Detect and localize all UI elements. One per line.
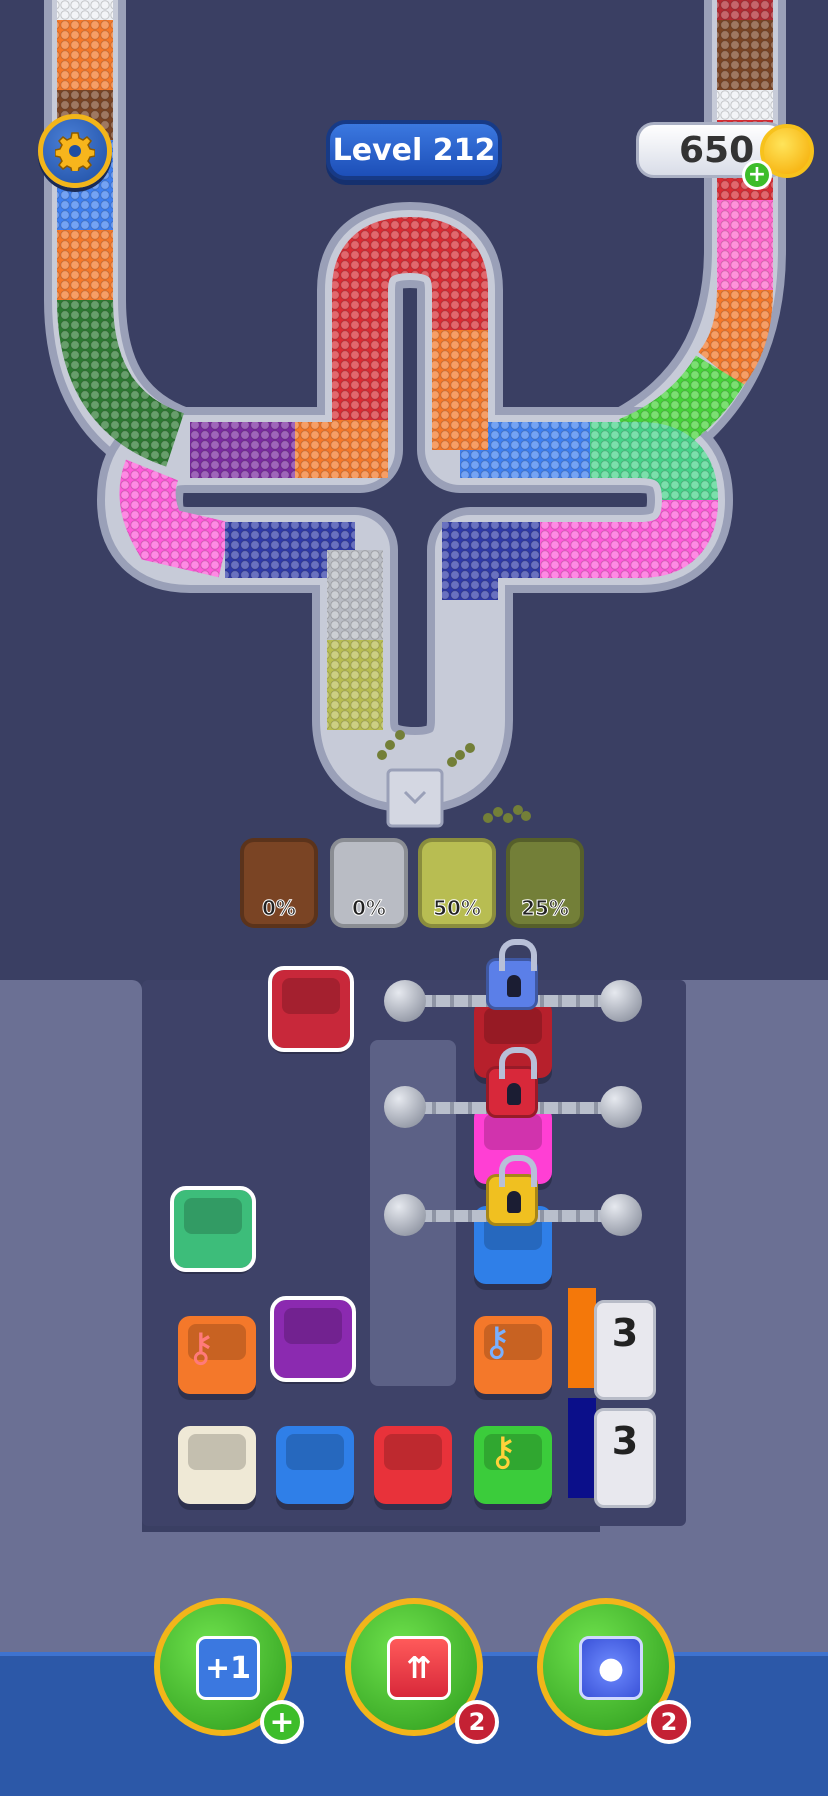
orange-counter-bar xyxy=(568,1288,596,1388)
red-box-selected[interactable] xyxy=(268,966,354,1052)
ball-box-icon: ● xyxy=(579,1636,643,1700)
shuffle-balls-booster-button[interactable]: ● 2 xyxy=(537,1598,691,1744)
chain-anchor xyxy=(384,980,426,1022)
chain-anchor xyxy=(600,1194,642,1236)
counter-value: 3 xyxy=(611,1311,639,1355)
booster-badge-text: 2 xyxy=(468,1708,486,1736)
level-indicator: Level 212 xyxy=(326,120,502,180)
red-lock-icon xyxy=(486,1047,538,1118)
collector-box: 50% xyxy=(418,838,496,928)
key-icon: ⚷ xyxy=(482,1319,512,1365)
chain-anchor xyxy=(600,1086,642,1128)
booster-badge-text: + xyxy=(269,1704,295,1740)
navy-counter-bar xyxy=(568,1398,596,1498)
chain-anchor xyxy=(384,1194,426,1236)
red-box[interactable] xyxy=(374,1426,452,1504)
orange-key-box[interactable]: ⚷ xyxy=(178,1316,256,1394)
booster-badge: 2 xyxy=(455,1700,499,1744)
booster-badge: 2 xyxy=(647,1700,691,1744)
lift-box-icon: ⇈ xyxy=(387,1636,451,1700)
cream-box[interactable] xyxy=(178,1426,256,1504)
orange-key-box-right[interactable]: ⚷ xyxy=(474,1316,552,1394)
key-icon: ⚷ xyxy=(488,1429,518,1475)
chain-anchor xyxy=(384,1086,426,1128)
add-coins-button[interactable]: + xyxy=(742,160,772,190)
add-slot-booster-button[interactable]: +1 + xyxy=(154,1598,304,1744)
green-key-box[interactable]: ⚷ xyxy=(474,1426,552,1504)
plus-one-label: +1 xyxy=(204,1650,251,1686)
chain-anchor xyxy=(600,980,642,1022)
bead-texture xyxy=(697,289,773,388)
navy-counter: 3 xyxy=(594,1408,656,1508)
coin-count: 650 xyxy=(679,129,755,171)
green-box-selected[interactable] xyxy=(170,1186,256,1272)
plus-one-icon: +1 xyxy=(196,1636,260,1700)
yellow-lock-icon xyxy=(486,1155,538,1226)
collector-box: 0% xyxy=(330,838,408,928)
booster-badge: + xyxy=(260,1700,304,1744)
key-icon: ⚷ xyxy=(186,1325,216,1371)
collector-percent: 25% xyxy=(521,896,570,921)
collector-box: 0% xyxy=(240,838,318,928)
collector-box: 25% xyxy=(506,838,584,928)
blue-box[interactable] xyxy=(276,1426,354,1504)
collector-percent: 0% xyxy=(352,896,387,921)
bead-texture xyxy=(295,420,388,478)
purple-box-selected[interactable] xyxy=(270,1296,356,1382)
lift-box-booster-button[interactable]: ⇈ 2 xyxy=(345,1598,499,1744)
settings-button[interactable] xyxy=(38,114,112,188)
gear-icon xyxy=(55,132,95,171)
counter-value: 3 xyxy=(611,1419,639,1463)
blue-lock-icon xyxy=(486,939,538,1010)
booster-badge-text: 2 xyxy=(660,1708,678,1736)
collector-percent: 0% xyxy=(262,896,297,921)
collector-percent: 50% xyxy=(433,896,482,921)
orange-counter: 3 xyxy=(594,1300,656,1400)
